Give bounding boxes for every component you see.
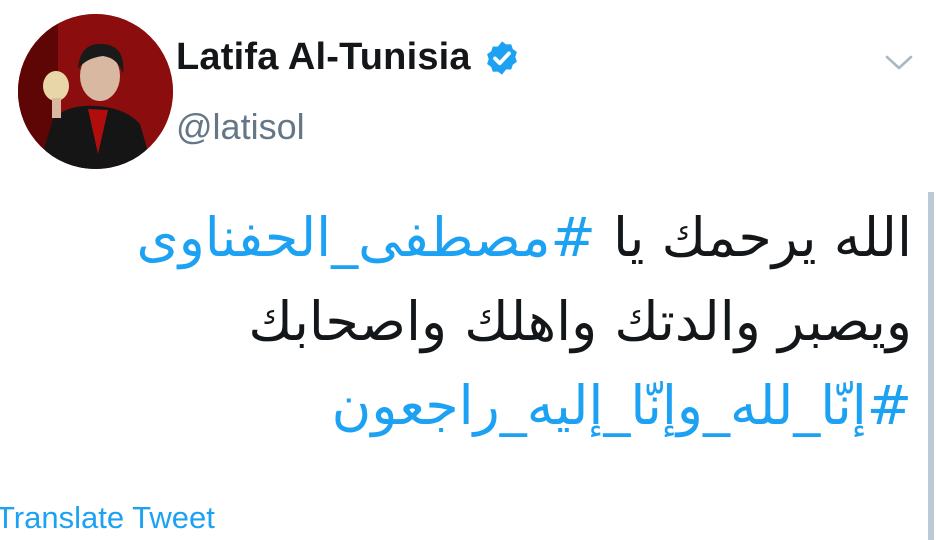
scrollbar-edge <box>928 192 934 540</box>
hashtag-link[interactable]: #إنّا_لله_وإنّا_إليه_راجعون <box>332 374 912 437</box>
author-name-row[interactable]: Latifa Al-Tunisia <box>176 36 521 79</box>
avatar[interactable] <box>18 14 173 169</box>
profile-photo <box>18 14 173 169</box>
translate-tweet-link[interactable]: Translate Tweet <box>0 500 215 536</box>
verified-badge-icon <box>483 39 521 77</box>
author-handle[interactable]: @latisol <box>176 106 305 148</box>
tweet-line: ويصبر والدتك واهلك واصحابك <box>152 280 912 364</box>
tweet-line: #إنّا_لله_وإنّا_إليه_راجعون <box>152 364 912 448</box>
hashtag-link[interactable]: #مصطفى_الحفناوى <box>136 206 595 269</box>
tweet-text: الله يرحمك يا #مصطفى_الحفناوى ويصبر والد… <box>136 196 912 448</box>
display-name[interactable]: Latifa Al-Tunisia <box>176 36 471 79</box>
tweet-text-fragment: ويصبر والدتك واهلك واصحابك <box>248 290 912 353</box>
tweet-line: الله يرحمك يا #مصطفى_الحفناوى <box>136 196 912 280</box>
tweet-text-fragment: الله يرحمك يا <box>595 206 912 269</box>
chevron-down-icon[interactable] <box>882 50 916 74</box>
